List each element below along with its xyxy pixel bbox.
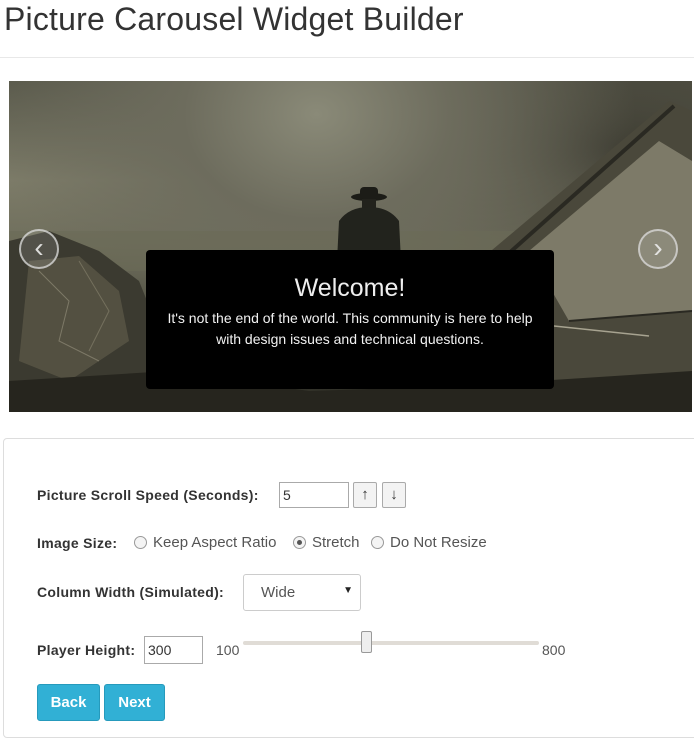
column-width-select[interactable]: Wide ▼ bbox=[243, 574, 361, 611]
slider-max-label: 800 bbox=[542, 642, 566, 658]
radio-label: Keep Aspect Ratio bbox=[153, 534, 277, 551]
carousel-next-arrow-icon[interactable]: › bbox=[638, 229, 678, 269]
arrow-down-icon: ↓ bbox=[390, 486, 398, 503]
column-width-label: Column Width (Simulated): bbox=[37, 584, 225, 600]
slider-handle[interactable] bbox=[361, 631, 372, 653]
speed-down-button[interactable]: ↓ bbox=[382, 482, 406, 508]
caption-text: It's not the end of the world. This comm… bbox=[167, 310, 533, 347]
radio-indicator[interactable] bbox=[293, 536, 306, 549]
speed-up-button[interactable]: ↑ bbox=[353, 482, 377, 508]
slider-min-label: 100 bbox=[216, 642, 240, 658]
player-height-label: Player Height: bbox=[37, 642, 136, 658]
radio-indicator[interactable] bbox=[134, 536, 147, 549]
radio-label: Do Not Resize bbox=[390, 534, 487, 551]
player-height-slider[interactable] bbox=[243, 641, 539, 645]
carousel-caption: Welcome! It's not the end of the world. … bbox=[146, 250, 554, 389]
caption-title: Welcome! bbox=[294, 274, 406, 302]
image-size-label: Image Size: bbox=[37, 535, 118, 551]
page-title: Picture Carousel Widget Builder bbox=[4, 1, 464, 37]
arrow-up-icon: ↑ bbox=[361, 486, 369, 503]
select-value: Wide bbox=[261, 584, 296, 601]
image-carousel[interactable]: ‹ › Welcome! It's not the end of the wor… bbox=[9, 81, 692, 412]
radio-indicator[interactable] bbox=[371, 536, 384, 549]
title-divider bbox=[0, 57, 694, 58]
chevron-down-icon: ▼ bbox=[343, 585, 353, 596]
next-button[interactable]: Next bbox=[104, 684, 165, 721]
radio-label: Stretch bbox=[312, 534, 360, 551]
scroll-speed-input[interactable] bbox=[279, 482, 349, 508]
back-button[interactable]: Back bbox=[37, 684, 100, 721]
player-height-input[interactable] bbox=[144, 636, 203, 664]
carousel-prev-arrow-icon[interactable]: ‹ bbox=[19, 229, 59, 269]
scroll-speed-label: Picture Scroll Speed (Seconds): bbox=[37, 487, 259, 503]
